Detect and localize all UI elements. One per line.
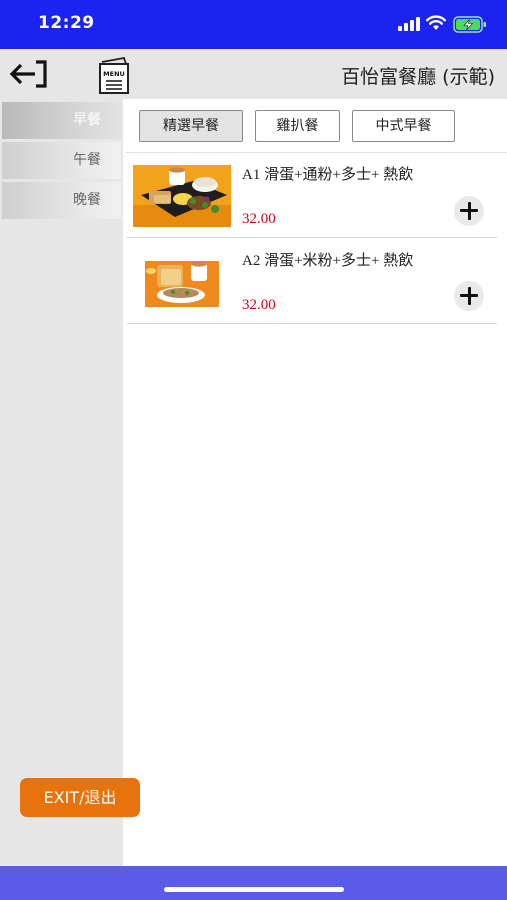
add-icon[interactable] <box>454 281 484 311</box>
product-price: 32.00 <box>242 211 276 227</box>
page-title: 百怡富餐廳 (示範) <box>341 66 495 88</box>
product-item[interactable]: A2 滑蛋+米粉+多士+ 熱飲 32.00 <box>127 238 497 324</box>
sidebar-item-breakfast[interactable]: 早餐 <box>2 102 121 139</box>
menu-book-icon[interactable]: MENU <box>96 55 132 95</box>
back-exit-icon[interactable] <box>9 57 51 91</box>
battery-charging-icon <box>453 16 486 33</box>
product-price: 32.00 <box>242 297 276 313</box>
product-name: A2 滑蛋+米粉+多士+ 熱飲 <box>242 253 414 269</box>
home-indicator[interactable] <box>164 887 344 892</box>
sidebar-item-dinner[interactable]: 晚餐 <box>2 182 121 219</box>
product-item[interactable]: A1 滑蛋+通粉+多士+ 熱飲 32.00 <box>127 152 497 238</box>
category-sidebar: 早餐 午餐 晚餐 <box>0 99 123 866</box>
status-time: 12:29 <box>38 13 95 33</box>
tab-featured-breakfast[interactable]: 精選早餐 <box>139 110 243 142</box>
sidebar-item-lunch[interactable]: 午餐 <box>2 142 121 179</box>
add-icon[interactable] <box>454 196 484 226</box>
exit-button[interactable]: EXIT/退出 <box>20 778 140 817</box>
wifi-icon <box>426 15 446 30</box>
menu-icon-label: MENU <box>103 70 125 78</box>
status-bar: 12:29 <box>0 0 507 49</box>
product-image <box>141 257 223 309</box>
product-name: A1 滑蛋+通粉+多士+ 熱飲 <box>242 167 414 183</box>
product-image <box>133 165 231 227</box>
tab-chinese-breakfast[interactable]: 中式早餐 <box>352 110 455 142</box>
tab-chicken-chop[interactable]: 雞扒餐 <box>255 110 340 142</box>
bottom-bar <box>0 866 507 900</box>
signal-icon <box>398 17 420 31</box>
app-header: MENU 百怡富餐廳 (示範) <box>0 49 507 99</box>
